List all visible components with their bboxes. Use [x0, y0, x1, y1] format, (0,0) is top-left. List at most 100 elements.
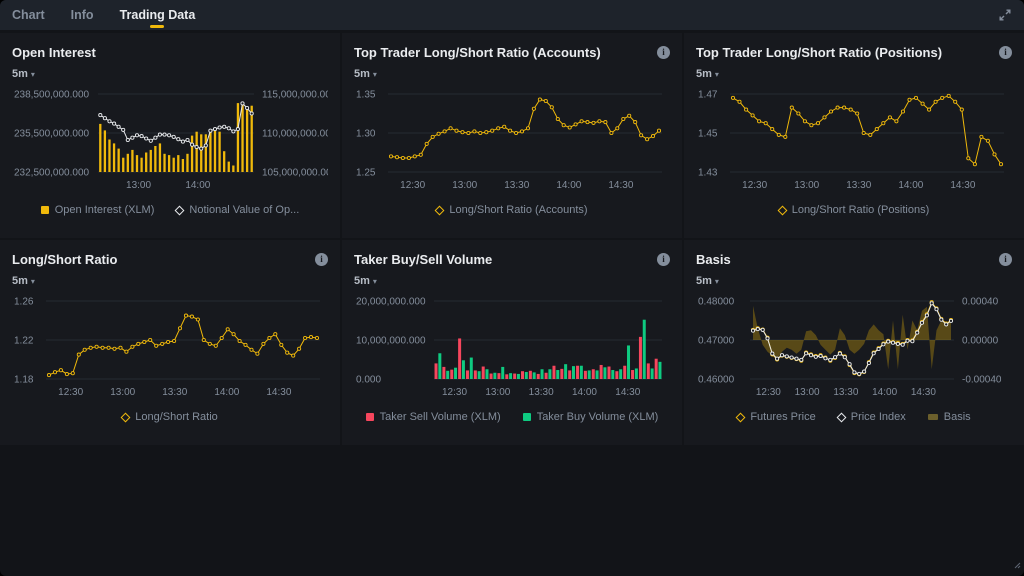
diamond-marker-icon	[121, 412, 131, 422]
chart-taker-buy-sell-volume: 20,000,000.00010,000,000.0000.00012:3013…	[354, 294, 670, 408]
chevron-down-icon: ▾	[31, 277, 35, 286]
svg-text:13:30: 13:30	[529, 387, 554, 398]
svg-text:12:30: 12:30	[58, 387, 83, 398]
panel-basis: Basisi5m▾0.480000.000400.470000.000000.4…	[684, 240, 1024, 445]
timeframe-label: 5m	[354, 275, 370, 287]
svg-text:14:00: 14:00	[572, 387, 597, 398]
svg-text:1.25: 1.25	[356, 168, 376, 179]
info-icon[interactable]: i	[657, 253, 670, 266]
svg-text:1.22: 1.22	[14, 336, 34, 347]
legend-label: Price Index	[851, 411, 906, 423]
timeframe-select[interactable]: 5m▾	[354, 68, 377, 80]
info-icon[interactable]: i	[999, 46, 1012, 59]
svg-text:13:30: 13:30	[833, 387, 858, 398]
legend-label: Open Interest (XLM)	[55, 204, 155, 216]
legend-label: Futures Price	[750, 411, 815, 423]
svg-text:14:30: 14:30	[266, 387, 291, 398]
svg-text:13:00: 13:00	[795, 387, 820, 398]
svg-text:14:00: 14:00	[872, 387, 897, 398]
chart-basis: 0.480000.000400.470000.000000.46000-0.00…	[696, 294, 1012, 408]
panel-title: Top Trader Long/Short Ratio (Accounts)	[354, 45, 601, 60]
diamond-marker-icon	[836, 412, 846, 422]
svg-text:12:30: 12:30	[442, 387, 467, 398]
legend-label: Long/Short Ratio	[135, 411, 218, 423]
legend-label: Taker Buy Volume (XLM)	[537, 411, 659, 423]
svg-text:0.48000: 0.48000	[698, 297, 735, 308]
chart-open-interest: 238,500,000.000 115,000,000.00 235,500,000…	[12, 87, 328, 201]
timeframe-select[interactable]: 5m▾	[696, 275, 719, 287]
svg-text:1.30: 1.30	[356, 129, 376, 140]
expand-icon[interactable]	[998, 8, 1012, 22]
tab-trading-data[interactable]: Trading Data	[120, 0, 196, 30]
svg-text:12:30: 12:30	[742, 180, 767, 191]
svg-text:115,000,000.00: 115,000,000.00	[262, 90, 328, 101]
panel-title: Basis	[696, 252, 731, 267]
block-marker-icon	[928, 414, 938, 420]
svg-text:13:30: 13:30	[504, 180, 529, 191]
svg-text:1.18: 1.18	[14, 375, 34, 386]
svg-text:14:30: 14:30	[950, 180, 975, 191]
legend-item[interactable]: Taker Buy Volume (XLM)	[523, 411, 659, 423]
info-icon[interactable]: i	[999, 253, 1012, 266]
legend-item[interactable]: Notional Value of Op...	[176, 204, 299, 216]
legend-label: Basis	[944, 411, 971, 423]
timeframe-select[interactable]: 5m▾	[354, 275, 377, 287]
square-marker-icon	[41, 206, 49, 214]
panel-long-short-ratio: Long/Short Ratio i 5m▾ 1.26 1.22 1.18 12:30 13:…	[0, 240, 340, 445]
svg-text:13:30: 13:30	[162, 387, 187, 398]
timeframe-label: 5m	[696, 275, 712, 287]
svg-text:1.47: 1.47	[698, 90, 718, 101]
chevron-down-icon: ▾	[373, 277, 377, 286]
svg-text:0.00040: 0.00040	[962, 297, 999, 308]
chart-top-trader-ls-accounts: 1.351.301.2512:3013:0013:3014:0014:30	[354, 87, 670, 201]
panel-top-trader-ls-accounts: Top Trader Long/Short Ratio (Accounts) i 5…	[342, 33, 682, 238]
timeframe-select[interactable]: 5m▾	[12, 275, 35, 287]
timeframe-select[interactable]: 5m▾	[12, 68, 35, 80]
resize-handle[interactable]	[1013, 556, 1021, 574]
diamond-marker-icon	[736, 412, 746, 422]
chevron-down-icon: ▾	[715, 277, 719, 286]
svg-text:20,000,000.000: 20,000,000.000	[356, 297, 426, 308]
svg-text:14:00: 14:00	[185, 180, 210, 191]
svg-text:14:00: 14:00	[898, 180, 923, 191]
info-icon[interactable]: i	[657, 46, 670, 59]
legend-item[interactable]: Basis	[928, 411, 971, 423]
svg-text:1.35: 1.35	[356, 90, 376, 101]
tab-info[interactable]: Info	[71, 0, 94, 30]
chart-legend: Long/Short Ratio (Accounts)	[354, 204, 670, 216]
svg-text:1.26: 1.26	[14, 297, 34, 308]
panel-title: Open Interest	[12, 45, 96, 60]
legend-item[interactable]: Long/Short Ratio (Accounts)	[436, 204, 587, 216]
svg-text:238,500,000.000: 238,500,000.000	[14, 90, 90, 101]
legend-label: Long/Short Ratio (Accounts)	[449, 204, 587, 216]
legend-label: Long/Short Ratio (Positions)	[792, 204, 930, 216]
legend-item[interactable]: Open Interest (XLM)	[41, 204, 155, 216]
timeframe-select[interactable]: 5m▾	[696, 68, 719, 80]
svg-text:0.46000: 0.46000	[698, 375, 735, 386]
svg-text:13:00: 13:00	[126, 180, 151, 191]
chevron-down-icon: ▾	[31, 70, 35, 79]
legend-item[interactable]: Taker Sell Volume (XLM)	[366, 411, 501, 423]
panels-grid: Open Interest5m▾238,500,000.000115,000,0…	[0, 33, 1024, 445]
legend-item[interactable]: Futures Price	[737, 411, 815, 423]
svg-text:12:30: 12:30	[400, 180, 425, 191]
info-icon[interactable]: i	[315, 253, 328, 266]
panel-title: Top Trader Long/Short Ratio (Positions)	[696, 45, 942, 60]
svg-text:-0.00040: -0.00040	[962, 375, 1002, 386]
svg-text:0.47000: 0.47000	[698, 336, 735, 347]
chart-top-trader-ls-positions: 1.471.451.4312:3013:0013:3014:0014:30	[696, 87, 1012, 201]
chart-legend: Long/Short Ratio	[12, 411, 328, 423]
legend-item[interactable]: Long/Short Ratio (Positions)	[779, 204, 930, 216]
legend-item[interactable]: Long/Short Ratio	[122, 411, 218, 423]
chart-legend: Open Interest (XLM) Notional Value of Op.…	[12, 204, 328, 216]
svg-text:235,500,000.000: 235,500,000.000	[14, 129, 90, 140]
svg-text:10,000,000.000: 10,000,000.000	[356, 336, 426, 347]
svg-text:14:00: 14:00	[556, 180, 581, 191]
nav-tabs: Chart Info Trading Data	[12, 0, 195, 30]
legend-item[interactable]: Price Index	[838, 411, 906, 423]
chart-legend: Long/Short Ratio (Positions)	[696, 204, 1012, 216]
svg-text:13:00: 13:00	[452, 180, 477, 191]
tab-chart[interactable]: Chart	[12, 0, 45, 30]
chevron-down-icon: ▾	[373, 70, 377, 79]
chevron-down-icon: ▾	[715, 70, 719, 79]
